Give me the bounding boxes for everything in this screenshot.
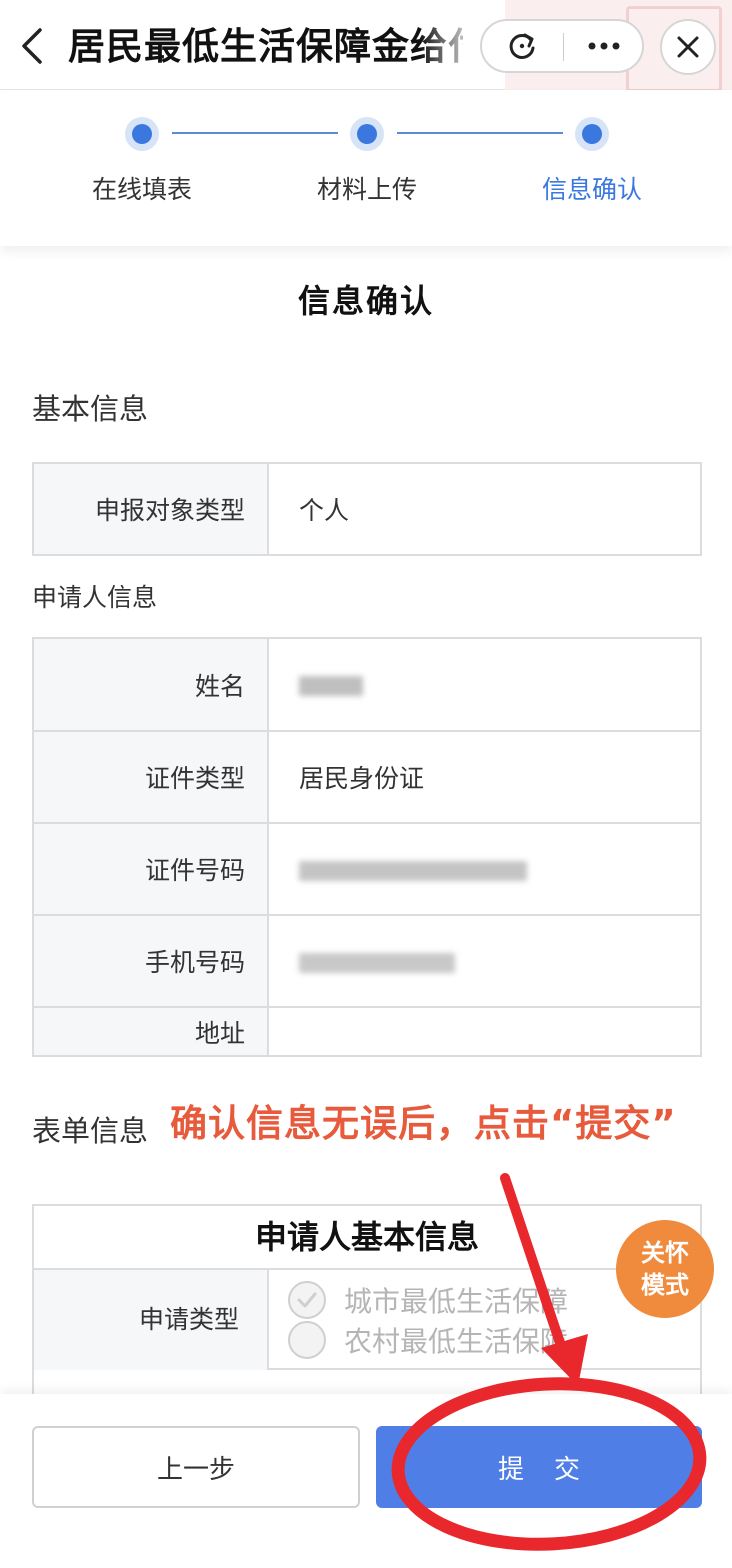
chevron-left-icon <box>22 28 42 64</box>
care-mode-button[interactable]: 关怀 模式 <box>616 1220 714 1318</box>
phone-redacted <box>267 914 702 1008</box>
previous-step-button[interactable]: 上一步 <box>32 1426 360 1508</box>
row-key: 证件类型 <box>32 730 269 824</box>
more-button[interactable] <box>564 21 644 71</box>
bottom-action-bar: 上一步 提交 <box>0 1394 732 1568</box>
confirm-heading: 信息确认 <box>297 282 434 320</box>
radio-rural-option[interactable]: 农村最低生活保障 <box>288 1320 568 1360</box>
id-number-redacted <box>267 822 702 916</box>
applicant-info-title: 申请人信息 <box>32 583 158 612</box>
table-row: 姓名 <box>32 637 702 732</box>
progress-stepper: 在线填表 材料上传 信息确认 <box>0 90 732 246</box>
basic-info-title: 基本信息 <box>32 392 149 426</box>
radio-circle-icon <box>288 1321 326 1359</box>
row-key: 证件号码 <box>32 822 269 916</box>
step-dot-3 <box>575 117 609 151</box>
applicant-info-table: 姓名 证件类型 居民身份证 证件号码 手机号码 地址 <box>32 637 702 1057</box>
more-dots-icon <box>588 42 620 50</box>
radio-urban-option[interactable]: 城市最低生活保障 <box>288 1280 568 1320</box>
row-key: 手机号码 <box>32 914 269 1008</box>
row-value <box>267 1006 702 1057</box>
form-info-table: 申请人基本信息 申请类型 城市最低生活保障 农村最低生活保障 <box>32 1204 702 1404</box>
table-row: 证件号码 <box>32 822 702 916</box>
redacted-text <box>299 952 455 973</box>
row-key: 申报对象类型 <box>32 462 269 556</box>
step-connector <box>172 132 338 134</box>
form-table-header: 申请人基本信息 <box>34 1206 700 1270</box>
step-connector <box>397 132 563 134</box>
refresh-icon <box>509 33 535 59</box>
name-value-redacted <box>267 637 702 732</box>
table-row: 申报对象类型 个人 <box>32 462 702 556</box>
form-info-title: 表单信息 <box>32 1114 149 1148</box>
instruction-annotation: 确认信息无误后，点击“提交” <box>170 1102 677 1145</box>
row-key: 地址 <box>32 1006 269 1057</box>
submit-button[interactable]: 提交 <box>376 1426 702 1508</box>
table-row: 手机号码 <box>32 914 702 1008</box>
basic-info-table: 申报对象类型 个人 <box>32 462 702 556</box>
close-button[interactable] <box>660 19 716 75</box>
step-dot-2 <box>350 117 384 151</box>
refresh-button[interactable] <box>482 21 562 71</box>
row-key: 姓名 <box>32 637 269 732</box>
app-header: 居民最低生活保障金给付 <box>0 0 732 92</box>
close-icon <box>677 36 699 58</box>
radio-label: 城市最低生活保障 <box>344 1285 569 1318</box>
step-label-3: 信息确认 <box>541 175 642 204</box>
table-row: 申请类型 城市最低生活保障 农村最低生活保障 <box>34 1270 700 1370</box>
row-value: 个人 <box>267 462 702 556</box>
check-icon <box>288 1281 326 1319</box>
step-label-1: 在线填表 <box>91 175 192 204</box>
mini-program-capsule <box>480 19 644 73</box>
redacted-text <box>299 860 527 881</box>
redacted-text <box>299 676 363 696</box>
table-row: 证件类型 居民身份证 <box>32 730 702 824</box>
back-button[interactable] <box>14 22 54 70</box>
row-key: 申请类型 <box>34 1270 269 1370</box>
step-label-2: 材料上传 <box>316 175 417 204</box>
radio-label: 农村最低生活保障 <box>344 1325 569 1358</box>
step-dot-1 <box>125 117 159 151</box>
page-title: 居民最低生活保障金给付 <box>68 25 463 68</box>
row-value: 居民身份证 <box>267 730 702 824</box>
table-row: 地址 <box>32 1006 702 1057</box>
